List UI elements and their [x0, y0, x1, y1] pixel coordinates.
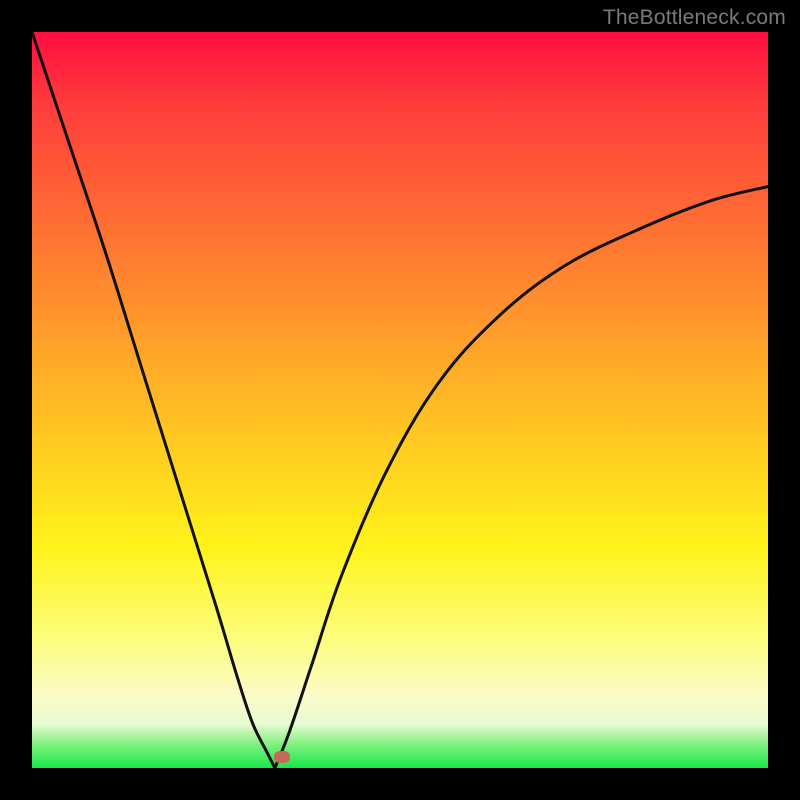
background-gradient — [32, 32, 768, 768]
plot-area — [32, 32, 768, 768]
attribution-text: TheBottleneck.com — [603, 6, 786, 30]
chart-frame: TheBottleneck.com — [0, 0, 800, 800]
optimal-marker — [274, 751, 290, 763]
